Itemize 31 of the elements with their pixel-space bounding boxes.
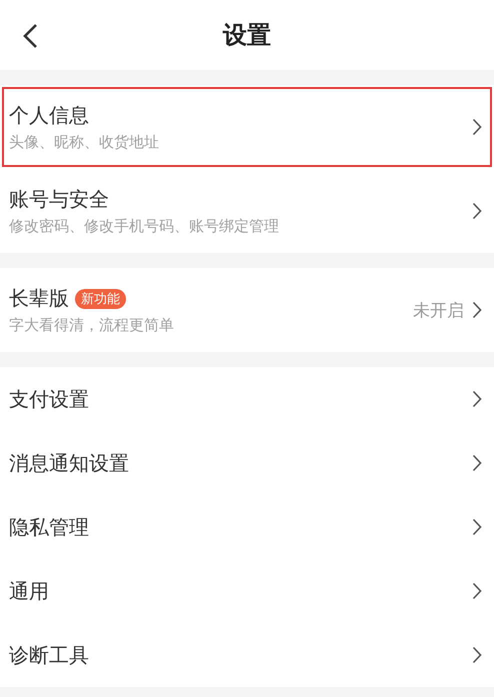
back-icon[interactable]	[22, 23, 38, 49]
row-title: 消息通知设置	[9, 450, 129, 476]
chevron-icon	[472, 582, 482, 600]
chevron-icon	[472, 518, 482, 536]
settings-row[interactable]: 诊断工具	[0, 623, 494, 687]
settings-row[interactable]: 个人信息 头像、昵称、收货地址	[0, 85, 494, 169]
row-title: 账号与安全	[9, 186, 109, 213]
row-subtitle: 修改密码、修改手机号码、账号绑定管理	[9, 217, 280, 236]
settings-row[interactable]: 隐私管理	[0, 495, 494, 559]
row-title: 支付设置	[9, 386, 89, 412]
chevron-icon	[472, 118, 482, 136]
row-title: 长辈版	[9, 285, 69, 312]
row-title: 个人信息	[9, 102, 89, 129]
row-title: 隐私管理	[9, 514, 89, 540]
row-subtitle: 字大看得清，流程更简单	[9, 316, 175, 335]
chevron-icon	[472, 301, 482, 319]
new-feature-badge: 新功能	[75, 288, 126, 308]
row-title: 通用	[9, 578, 49, 604]
page-title: 设置	[223, 20, 271, 51]
row-title: 诊断工具	[9, 642, 89, 668]
settings-row[interactable]: 账号与安全 修改密码、修改手机号码、账号绑定管理	[0, 169, 494, 253]
chevron-icon	[472, 454, 482, 472]
chevron-icon	[472, 646, 482, 664]
row-subtitle: 头像、昵称、收货地址	[9, 133, 160, 152]
settings-row[interactable]: 消息通知设置	[0, 431, 494, 495]
settings-row[interactable]: 长辈版 新功能 字大看得清，流程更简单 未开启	[0, 268, 494, 352]
settings-row[interactable]: 通用	[0, 559, 494, 623]
chevron-icon	[472, 202, 482, 220]
settings-row[interactable]: 支付设置	[0, 367, 494, 431]
status-text: 未开启	[413, 300, 464, 322]
chevron-icon	[472, 390, 482, 408]
